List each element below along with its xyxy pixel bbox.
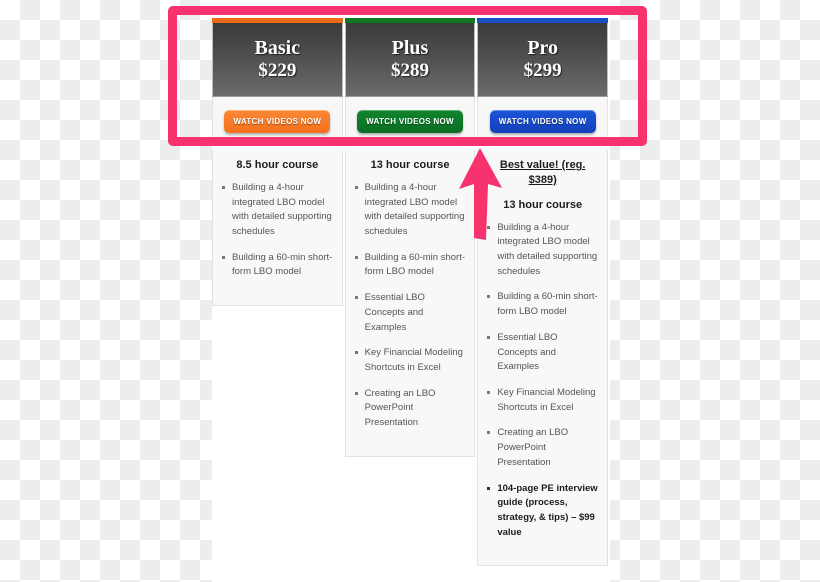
feature-list-pro: Building a 4-hour integrated LBO model w… [486, 221, 599, 541]
cta-zone-pro: WATCH VIDEOS NOW [477, 97, 609, 146]
pricing-card-plus[interactable]: Plus $289 WATCH VIDEOS NOW [344, 18, 476, 146]
feature-column-plus: 13 hour course Building a 4-hour integra… [344, 150, 476, 457]
feature-item: Creating an LBO PowerPoint Presentation [486, 426, 599, 470]
feature-list-basic: Building a 4-hour integrated LBO model w… [221, 181, 334, 280]
watch-videos-button-pro[interactable]: WATCH VIDEOS NOW [489, 110, 596, 133]
feature-columns-row: 8.5 hour course Building a 4-hour integr… [212, 150, 609, 567]
feature-column-pro: Best value! (reg. $389) 13 hour course B… [477, 150, 609, 567]
cta-zone-basic: WATCH VIDEOS NOW [212, 97, 343, 146]
plan-price-plus: $289 [391, 60, 429, 82]
plan-price-basic: $229 [258, 60, 297, 82]
feature-item: Building a 60-min short-form LBO model [221, 251, 334, 280]
course-length-pro: 13 hour course [503, 198, 583, 211]
course-length-plus: 13 hour course [370, 159, 450, 171]
feature-item-bonus: 104-page PE interview guide (process, st… [486, 482, 599, 541]
feature-item: Key Financial Modeling Shortcuts in Exce… [354, 346, 467, 375]
cta-zone-plus: WATCH VIDEOS NOW [344, 97, 476, 146]
feature-item: Building a 4-hour integrated LBO model w… [221, 181, 334, 240]
plan-name-basic: Basic [254, 37, 301, 60]
plan-name-plus: Plus [391, 37, 429, 60]
feature-item: Key Financial Modeling Shortcuts in Exce… [486, 386, 599, 415]
feature-item: Essential LBO Concepts and Examples [354, 291, 467, 335]
feature-item: Essential LBO Concepts and Examples [486, 331, 599, 375]
feature-item: Building a 4-hour integrated LBO model w… [354, 181, 467, 240]
feature-item: Building a 60-min short-form LBO model [486, 290, 599, 319]
feature-item: Building a 60-min short-form LBO model [354, 251, 467, 280]
card-header-pro: Pro $299 [477, 23, 609, 97]
pricing-cards-row: Basic $229 WATCH VIDEOS NOW Plus $289 WA… [212, 18, 609, 146]
plan-price-pro: $299 [523, 60, 562, 82]
watch-videos-button-basic[interactable]: WATCH VIDEOS NOW [224, 110, 331, 133]
pricing-card-pro[interactable]: Pro $299 WATCH VIDEOS NOW [477, 18, 609, 146]
feature-item: Creating an LBO PowerPoint Presentation [354, 387, 467, 431]
plan-name-pro: Pro [527, 37, 559, 60]
card-header-basic: Basic $229 [212, 23, 343, 97]
watch-videos-button-plus[interactable]: WATCH VIDEOS NOW [357, 110, 463, 133]
course-length-basic: 8.5 hour course [236, 159, 319, 171]
best-value-banner-pro: Best value! (reg. $389) [499, 159, 586, 186]
feature-list-plus: Building a 4-hour integrated LBO model w… [354, 181, 467, 431]
screenshot-root: Basic $229 WATCH VIDEOS NOW Plus $289 WA… [0, 0, 820, 582]
pricing-card-basic[interactable]: Basic $229 WATCH VIDEOS NOW [212, 18, 343, 146]
feature-column-basic: 8.5 hour course Building a 4-hour integr… [212, 150, 343, 307]
feature-item: Building a 4-hour integrated LBO model w… [486, 221, 599, 280]
card-header-plus: Plus $289 [344, 23, 476, 97]
